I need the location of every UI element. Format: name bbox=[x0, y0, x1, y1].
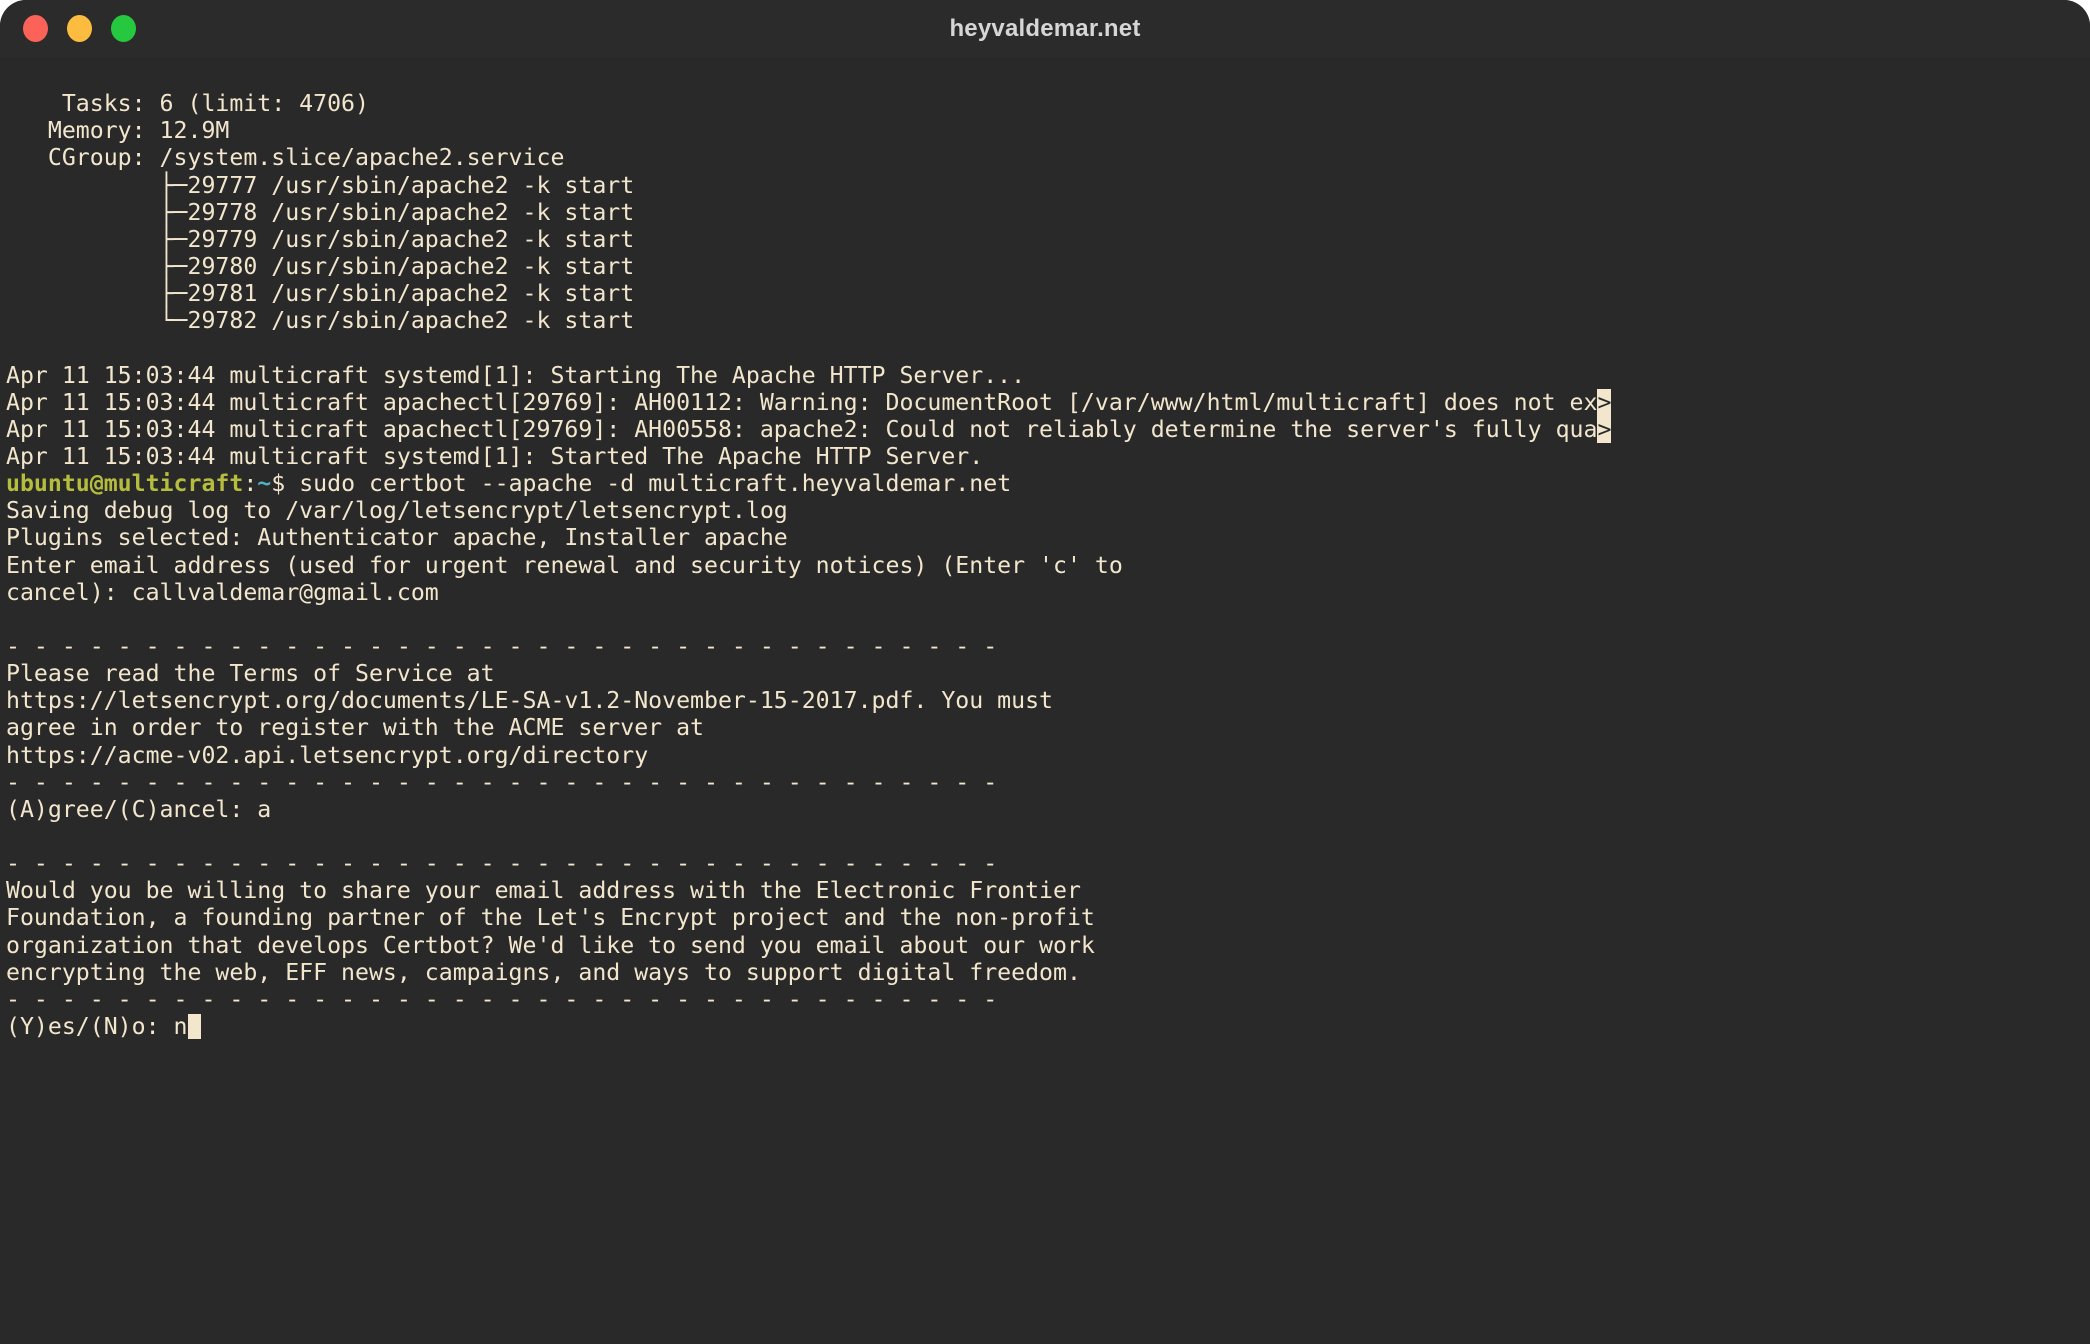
log-line-l07: ├─29779 /usr/sbin/apache2 -k start bbox=[6, 225, 635, 253]
certbot-line-c17: organization that develops Certbot? We'd… bbox=[6, 931, 1095, 959]
certbot-line-c15: Would you be willing to share your email… bbox=[6, 877, 1081, 905]
prompt-command: sudo certbot --apache -d multicraft.heyv… bbox=[299, 470, 1012, 498]
log-line-l03: Memory: 12.9M bbox=[6, 117, 230, 145]
log-line-l04: CGroup: /system.slice/apache2.service bbox=[6, 144, 565, 172]
log-line-l06: ├─29778 /usr/sbin/apache2 -k start bbox=[6, 198, 635, 226]
log-line-l08: ├─29780 /usr/sbin/apache2 -k start bbox=[6, 252, 635, 280]
certbot-line-c08: https://letsencrypt.org/documents/LE-SA-… bbox=[6, 687, 1054, 715]
yesno-prompt-line: (Y)es/(N)o: n bbox=[6, 1013, 2090, 1040]
text-cursor bbox=[187, 1013, 202, 1039]
window-controls bbox=[23, 15, 136, 42]
certbot-line-c10: https://acme-v02.api.letsencrypt.org/dir… bbox=[6, 741, 649, 769]
log-line-l13: Apr 11 15:03:44 multicraft apachectl[297… bbox=[6, 388, 1612, 416]
log-line-l15: Apr 11 15:03:44 multicraft systemd[1]: S… bbox=[6, 442, 984, 470]
maximize-button-icon[interactable] bbox=[111, 15, 136, 42]
prompt-user-host: ubuntu@multicraft bbox=[6, 470, 244, 498]
certbot-line-c01: Saving debug log to /var/log/letsencrypt… bbox=[6, 497, 788, 525]
certbot-line-c09: agree in order to register with the ACME… bbox=[6, 714, 705, 742]
log-line-l11 bbox=[6, 334, 2090, 361]
certbot-line-c03: Enter email address (used for urgent ren… bbox=[6, 551, 1123, 579]
shell-prompt-line: ubuntu@multicraft:~$ sudo certbot --apac… bbox=[6, 470, 1012, 498]
certbot-line-c13 bbox=[6, 823, 2090, 850]
yesno-prompt-label: (Y)es/(N)o: bbox=[6, 1012, 174, 1040]
log-line-l12: Apr 11 15:03:44 multicraft systemd[1]: S… bbox=[6, 361, 1026, 389]
separator-rule: - - - - - - - - - - - - - - - - - - - - … bbox=[6, 632, 998, 660]
separator-rule: - - - - - - - - - - - - - - - - - - - - … bbox=[6, 850, 998, 878]
separator-rule: - - - - - - - - - - - - - - - - - - - - … bbox=[6, 768, 998, 796]
minimize-button-icon[interactable] bbox=[67, 15, 92, 42]
certbot-line-c02: Plugins selected: Authenticator apache, … bbox=[6, 524, 788, 552]
certbot-line-c07: Please read the Terms of Service at bbox=[6, 660, 495, 688]
log-line-l05: ├─29777 /usr/sbin/apache2 -k start bbox=[6, 171, 635, 199]
terminal-screen[interactable]: Tasks: 6 (limit: 4706) Memory: 12.9M CGr… bbox=[0, 57, 2090, 1344]
certbot-line-c12: (A)gree/(C)ancel: a bbox=[6, 795, 272, 823]
yesno-typed-answer: n bbox=[173, 1012, 188, 1040]
title-bar[interactable]: heyvaldemar.net bbox=[0, 0, 2090, 57]
terminal-output: Tasks: 6 (limit: 4706) Memory: 12.9M CGr… bbox=[0, 63, 2090, 1040]
log-line-l14: Apr 11 15:03:44 multicraft apachectl[297… bbox=[6, 415, 1612, 443]
close-button-icon[interactable] bbox=[23, 15, 48, 42]
separator-rule: - - - - - - - - - - - - - - - - - - - - … bbox=[6, 985, 998, 1013]
log-line-l10: └─29782 /usr/sbin/apache2 -k start bbox=[6, 307, 635, 335]
prompt-cwd: ~ bbox=[257, 470, 272, 498]
terminal-window: heyvaldemar.net Tasks: 6 (limit: 4706) M… bbox=[0, 0, 2090, 1344]
certbot-line-c18: encrypting the web, EFF news, campaigns,… bbox=[6, 958, 1081, 986]
log-line-l09: ├─29781 /usr/sbin/apache2 -k start bbox=[6, 280, 635, 308]
window-title: heyvaldemar.net bbox=[949, 14, 1141, 42]
certbot-line-c16: Foundation, a founding partner of the Le… bbox=[6, 904, 1095, 932]
log-line-l02: Tasks: 6 (limit: 4706) bbox=[6, 90, 369, 118]
log-line-l01 bbox=[6, 63, 2090, 90]
certbot-line-c05 bbox=[6, 606, 2090, 633]
certbot-line-c04: cancel): callvaldemar@gmail.com bbox=[6, 578, 439, 606]
